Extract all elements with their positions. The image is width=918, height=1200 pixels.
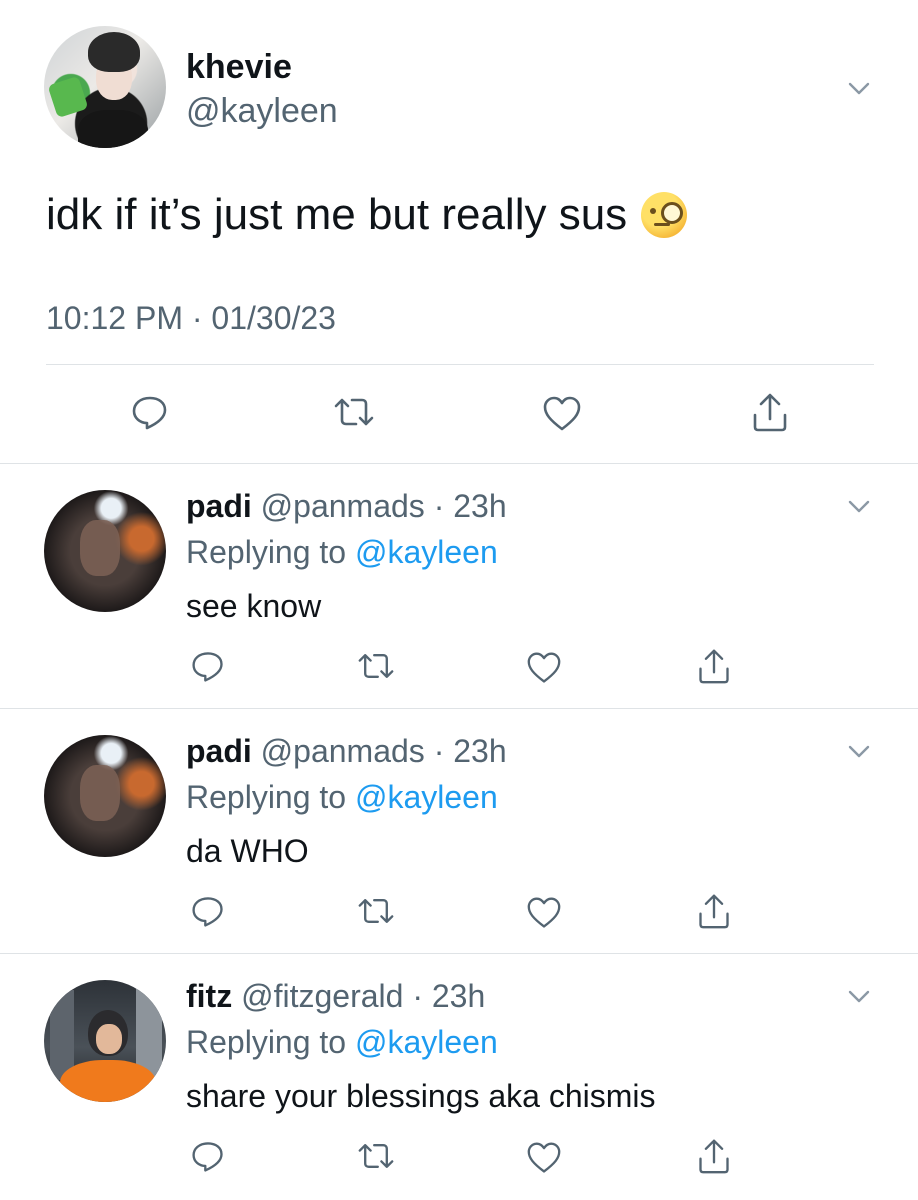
replying-to: Replying to @kayleen (186, 1024, 498, 1061)
like-icon[interactable] (522, 1136, 566, 1180)
main-tweet: khevie @kayleen idk if it’s just me but … (0, 0, 918, 463)
reply-icon[interactable] (186, 889, 230, 933)
avatar-clothing (78, 110, 148, 148)
like-icon[interactable] (522, 891, 566, 935)
divider (46, 364, 874, 365)
reply-tweet[interactable]: padi @panmads · 23h Replying to @kayleen… (0, 464, 918, 708)
reply-icon[interactable] (186, 1134, 230, 1178)
chevron-down-icon[interactable] (848, 82, 870, 96)
reply-author-name[interactable]: fitz (186, 978, 232, 1014)
avatar-hair (88, 32, 140, 72)
share-icon[interactable] (692, 889, 736, 933)
chevron-down-icon[interactable] (848, 990, 870, 1004)
share-icon[interactable] (692, 644, 736, 688)
reply-handle-time: @panmads · 23h (260, 488, 507, 524)
share-icon[interactable] (748, 390, 792, 434)
reply-author-name[interactable]: padi (186, 733, 252, 769)
replying-to: Replying to @kayleen (186, 779, 498, 816)
reply-header: fitz @fitzgerald · 23h (186, 978, 485, 1015)
tweet-text-content: idk if it’s just me but really sus (46, 190, 628, 239)
reply-icon[interactable] (186, 644, 230, 688)
reply-icon[interactable] (128, 390, 172, 434)
replying-mention-link[interactable]: @kayleen (355, 534, 498, 570)
reply-header: padi @panmads · 23h (186, 733, 507, 770)
tweet-timestamp[interactable]: 10:12 PM · 01/30/23 (46, 300, 336, 337)
reply-avatar[interactable] (44, 735, 166, 857)
replying-label: Replying to (186, 534, 355, 570)
author-avatar[interactable] (44, 26, 166, 148)
like-icon[interactable] (522, 646, 566, 690)
avatar-bag (47, 75, 89, 119)
replying-mention-link[interactable]: @kayleen (355, 779, 498, 815)
reply-handle-time: @panmads · 23h (260, 733, 507, 769)
reply-text: see know (186, 588, 322, 624)
chevron-down-icon[interactable] (848, 500, 870, 514)
replying-to: Replying to @kayleen (186, 534, 498, 571)
like-icon[interactable] (540, 392, 584, 436)
retweet-icon[interactable] (332, 390, 376, 434)
tweet-text: idk if it’s just me but really sus (46, 190, 688, 240)
retweet-icon[interactable] (354, 889, 398, 933)
replying-label: Replying to (186, 1024, 355, 1060)
reply-avatar[interactable] (44, 490, 166, 612)
replying-label: Replying to (186, 779, 355, 815)
share-icon[interactable] (692, 1134, 736, 1178)
reply-text: da WHO (186, 833, 309, 869)
author-handle[interactable]: @kayleen (186, 92, 338, 131)
author-name[interactable]: khevie (186, 48, 292, 87)
reply-handle-time: @fitzgerald · 23h (241, 978, 486, 1014)
reply-tweet[interactable]: fitz @fitzgerald · 23h Replying to @kayl… (0, 954, 918, 1198)
face-with-monocle-icon (641, 192, 688, 238)
reply-author-name[interactable]: padi (186, 488, 252, 524)
retweet-icon[interactable] (354, 644, 398, 688)
reply-avatar[interactable] (44, 980, 166, 1102)
reply-text: share your blessings aka chismis (186, 1078, 656, 1114)
reply-header: padi @panmads · 23h (186, 488, 507, 525)
retweet-icon[interactable] (354, 1134, 398, 1178)
chevron-down-icon[interactable] (848, 745, 870, 759)
reply-tweet[interactable]: padi @panmads · 23h Replying to @kayleen… (0, 709, 918, 953)
replying-mention-link[interactable]: @kayleen (355, 1024, 498, 1060)
